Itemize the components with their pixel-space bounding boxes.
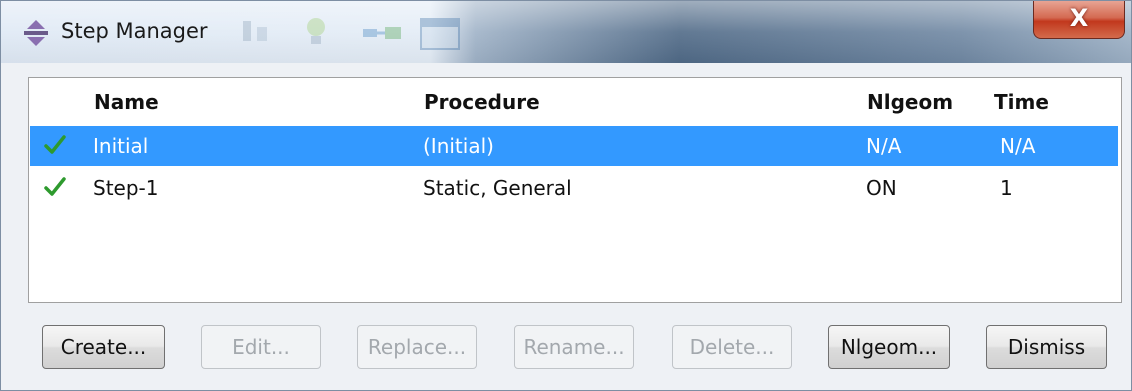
faded-connector-icon [363, 27, 401, 39]
delete-button[interactable]: Delete... [672, 325, 792, 369]
check-icon [44, 177, 66, 196]
row-nlgeom: N/A [866, 134, 902, 158]
create-button[interactable]: Create... [42, 325, 165, 369]
row-nlgeom: ON [866, 176, 897, 200]
faded-toolbar-icon [243, 21, 267, 41]
column-header-procedure[interactable]: Procedure [424, 90, 540, 114]
row-time: N/A [1000, 134, 1036, 158]
row-name: Initial [93, 134, 149, 158]
edit-button[interactable]: Edit... [201, 325, 321, 369]
close-button[interactable]: X [1033, 1, 1125, 39]
replace-button[interactable]: Replace... [357, 325, 477, 369]
column-header-nlgeom[interactable]: Nlgeom [867, 90, 953, 114]
table-row[interactable]: Initial (Initial) N/A N/A [30, 126, 1118, 166]
row-procedure: (Initial) [423, 134, 494, 158]
faded-lightbulb-icon [307, 18, 325, 44]
row-name: Step-1 [93, 176, 159, 200]
dismiss-button[interactable]: Dismiss [986, 325, 1107, 369]
title-bar[interactable]: Step Manager X [1, 1, 1131, 63]
row-time: 1 [1000, 176, 1013, 200]
rename-button[interactable]: Rename... [514, 325, 634, 369]
window-title: Step Manager [61, 19, 208, 43]
faded-window-icon [420, 18, 460, 50]
column-header-name[interactable]: Name [94, 90, 159, 114]
row-procedure: Static, General [423, 176, 572, 200]
step-list[interactable]: Name Procedure Nlgeom Time Initial (Init… [28, 77, 1122, 303]
step-manager-icon [24, 20, 48, 46]
column-header-time[interactable]: Time [994, 90, 1049, 114]
table-row[interactable]: Step-1 Static, General ON 1 [30, 168, 1118, 208]
nlgeom-button[interactable]: Nlgeom... [828, 325, 950, 369]
check-icon [44, 135, 66, 154]
step-manager-window: Step Manager X Name Procedure Nlgeom Tim… [0, 0, 1132, 391]
